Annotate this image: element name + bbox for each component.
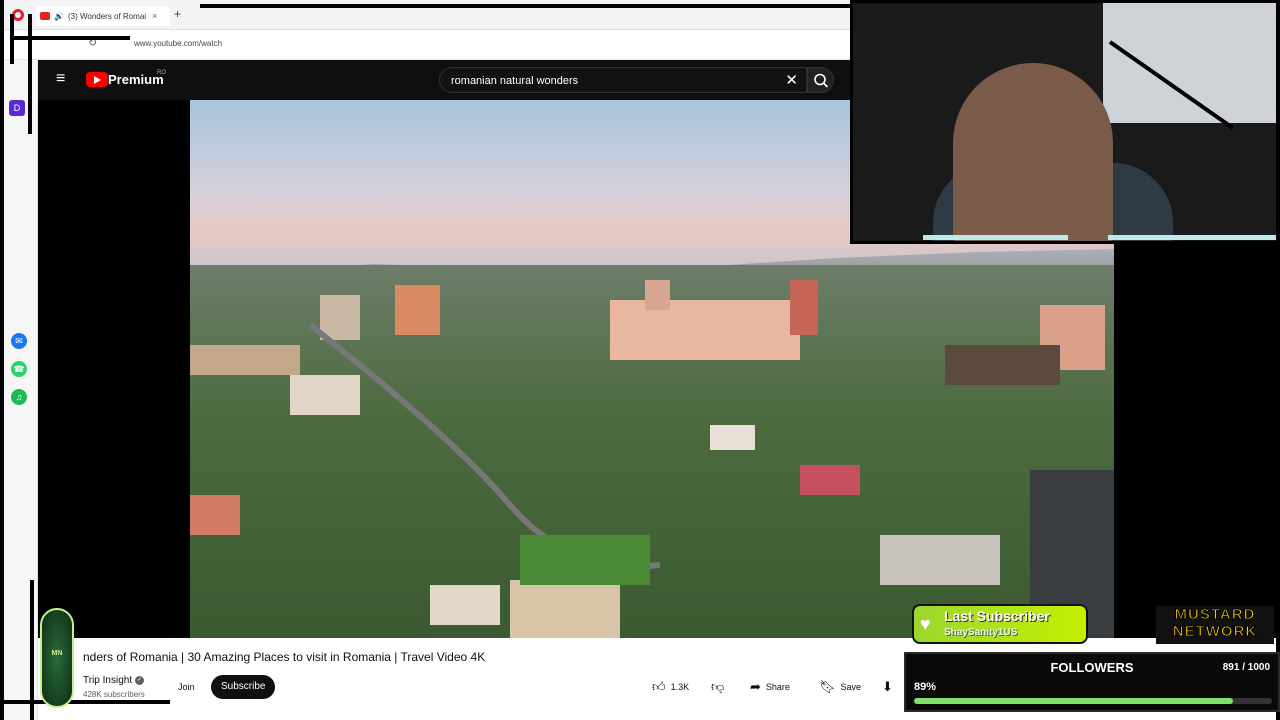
frame-line-top [200, 4, 850, 8]
subscribe-button[interactable]: Subscribe [211, 675, 276, 699]
youtube-premium-label[interactable]: Premium [108, 72, 164, 87]
frame-line-left [0, 0, 4, 720]
webcam-overlay [850, 0, 1280, 244]
youtube-favicon-icon [40, 12, 50, 20]
frame-line-left-lower [30, 580, 34, 720]
last-subscriber-name: ShaySanity1US [944, 627, 1018, 638]
frame-line-right [1276, 0, 1280, 720]
followers-percent: 89% [914, 681, 937, 693]
clear-search-button[interactable]: ✕ [785, 71, 798, 89]
followers-count: 891 / 1000 [1222, 662, 1270, 673]
thumbs-up-icon: 👍︎ [652, 679, 666, 694]
spotify-icon[interactable]: ♫ [11, 389, 27, 405]
video-info: nders of Romania | 30 Amazing Places to … [38, 638, 908, 720]
menu-icon[interactable]: ≡ [56, 70, 65, 88]
webcam-streamer [953, 63, 1113, 241]
share-button[interactable]: ➦ Share [750, 676, 790, 698]
frame-line-lower-h [0, 700, 170, 704]
messenger-icon[interactable]: ✉ [11, 333, 27, 349]
youtube-masthead: ≡ Premium RO romanian natural wonders ✕ [38, 60, 850, 100]
channel-name-text: Trip Insight [83, 675, 133, 686]
screen: 🔊 (3) Wonders of Romai × + ↻ www.youtube… [0, 0, 1280, 720]
mustard-network-logo: MUSTARD NETWORK [1156, 606, 1274, 644]
dislike-button[interactable]: 👎︎ [711, 676, 724, 698]
search-input[interactable]: romanian natural wonders ✕ [439, 67, 807, 93]
region-code: RO [157, 70, 166, 76]
network-line-2: NETWORK [1172, 623, 1258, 641]
search-button[interactable] [807, 67, 834, 93]
bookmark-icon: 🔖︎ [819, 679, 836, 694]
tab-close-button[interactable]: × [152, 11, 157, 21]
frame-line-upper-h [10, 36, 130, 40]
url-field[interactable]: www.youtube.com/watch [134, 39, 222, 48]
like-count: 1.3K [670, 682, 690, 692]
webcam-accent-bar-2 [1108, 235, 1277, 240]
channel-badge-logo: MN [40, 608, 74, 708]
last-subscriber-title: Last Subscriber [944, 608, 1050, 624]
download-button[interactable]: ⬇ [882, 676, 893, 698]
last-subscriber-widget: ♥ Last Subscriber ShaySanity1US [912, 604, 1088, 644]
webcam-accent-bar [923, 235, 1068, 240]
like-button[interactable]: 👍︎ 1.3K [652, 676, 689, 698]
browser-tab-active[interactable]: 🔊 (3) Wonders of Romai × [36, 6, 170, 26]
search-query: romanian natural wonders [451, 75, 579, 87]
share-label: Share [765, 682, 790, 692]
save-label: Save [840, 682, 862, 692]
new-tab-button[interactable]: + [174, 7, 181, 21]
followers-goal-widget: FOLLOWERS 891 / 1000 89% [904, 652, 1280, 712]
download-icon: ⬇ [882, 679, 893, 694]
network-line-1: MUSTARD [1174, 606, 1256, 624]
verified-icon: ✓ [135, 675, 145, 685]
thumbs-down-icon: 👎︎ [711, 679, 725, 694]
webcam-window [1103, 3, 1277, 123]
subscriber-count: 428K subscribers [83, 690, 145, 699]
frame-line-left-upper [28, 14, 32, 134]
whatsapp-icon[interactable]: ☎ [11, 361, 27, 377]
heart-icon: ♥ [920, 614, 931, 634]
join-button[interactable]: Join [172, 677, 201, 697]
city-scene [190, 280, 1114, 638]
address-bar: ↻ www.youtube.com/watch [0, 30, 850, 60]
tab-title: (3) Wonders of Romai [67, 11, 147, 21]
share-icon: ➦ [750, 679, 761, 694]
followers-progress-fill [914, 698, 1233, 704]
followers-progress-track [914, 698, 1272, 704]
video-title: nders of Romania | 30 Amazing Places to … [83, 650, 486, 664]
frame-line-upper-v [10, 14, 14, 64]
speaker-icon[interactable]: 🔊 [54, 12, 64, 21]
save-button[interactable]: 🔖︎ Save [819, 676, 861, 698]
video-city [190, 265, 1114, 638]
extension-icon[interactable]: D [9, 100, 25, 116]
channel-name[interactable]: Trip Insight ✓ [83, 675, 145, 686]
youtube-logo-icon[interactable] [86, 72, 108, 87]
search-icon [814, 73, 829, 88]
